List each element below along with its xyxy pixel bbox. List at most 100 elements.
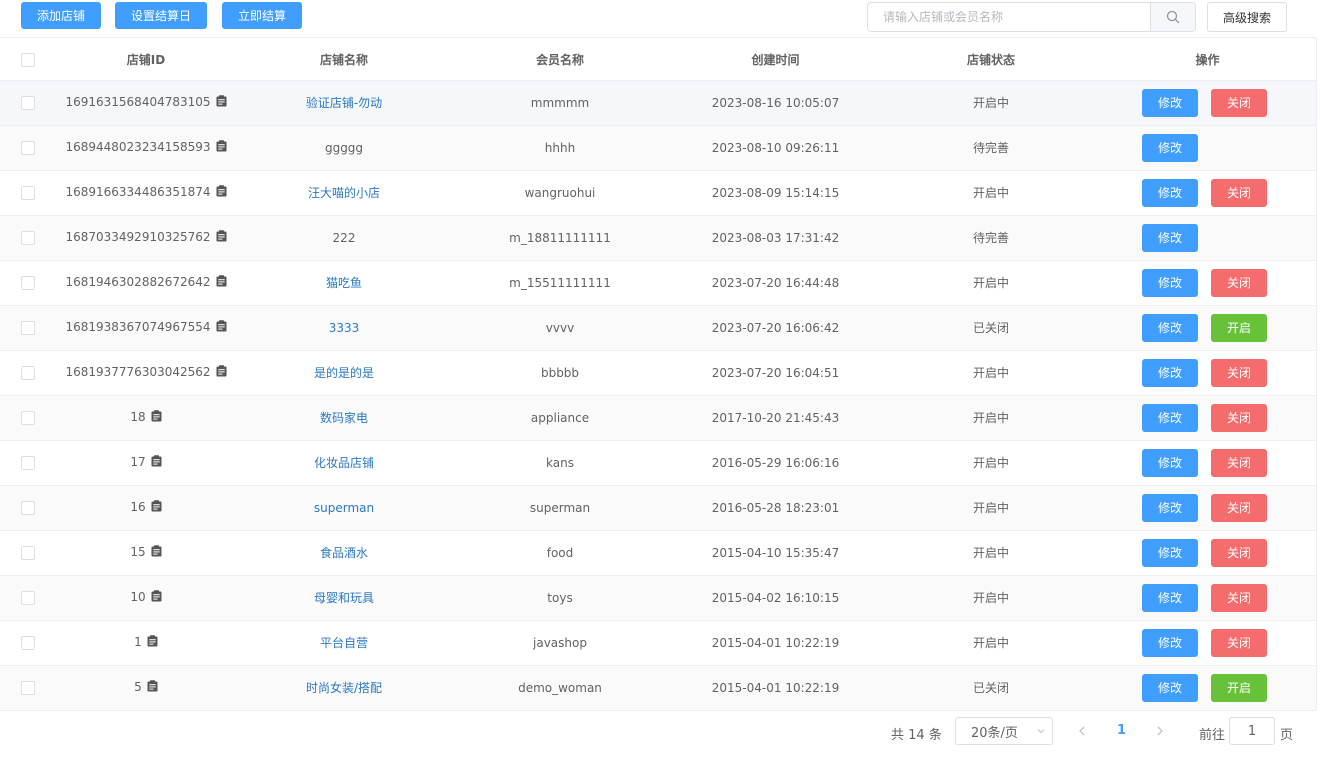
- copy-id-button[interactable]: [216, 95, 227, 110]
- copy-id-button[interactable]: [216, 185, 227, 200]
- shop-name-link[interactable]: 平台自营: [320, 636, 368, 650]
- shop-name-link[interactable]: 母婴和玩具: [314, 591, 374, 605]
- row-checkbox[interactable]: [21, 140, 35, 155]
- close-shop-button[interactable]: 关闭: [1211, 448, 1267, 477]
- advanced-search-button[interactable]: 高级搜索: [1207, 2, 1287, 32]
- close-shop-button[interactable]: 关闭: [1211, 358, 1267, 387]
- close-shop-button[interactable]: 关闭: [1211, 493, 1267, 522]
- copy-id-button[interactable]: [216, 230, 227, 245]
- edit-shop-button[interactable]: 修改: [1142, 358, 1198, 387]
- clipboard-icon[interactable]: [151, 455, 162, 467]
- created-time-cell: 2015-04-01 10:22:19: [668, 620, 883, 666]
- shop-name-link[interactable]: 时尚女装/搭配: [306, 681, 382, 695]
- copy-id-button[interactable]: [216, 275, 227, 290]
- table-body: 1691631568404783105 验证店铺-勿动 mmmmm 2023-08-1…: [0, 80, 1316, 711]
- row-checkbox[interactable]: [21, 500, 35, 515]
- edit-shop-button[interactable]: 修改: [1142, 133, 1198, 162]
- row-checkbox[interactable]: [21, 185, 35, 200]
- clipboard-icon[interactable]: [216, 320, 227, 332]
- row-checkbox[interactable]: [21, 680, 35, 695]
- clipboard-icon[interactable]: [216, 275, 227, 287]
- row-checkbox[interactable]: [21, 635, 35, 650]
- chevron-right-icon[interactable]: [1153, 724, 1167, 738]
- close-shop-button[interactable]: 关闭: [1211, 178, 1267, 207]
- clipboard-icon[interactable]: [151, 500, 162, 512]
- clipboard-icon[interactable]: [216, 230, 227, 242]
- copy-id-button[interactable]: [151, 455, 162, 470]
- edit-shop-button[interactable]: 修改: [1142, 583, 1198, 612]
- clipboard-icon[interactable]: [147, 680, 158, 692]
- copy-id-button[interactable]: [216, 140, 227, 155]
- shop-id: 1681946302882672642: [65, 275, 211, 289]
- open-shop-button[interactable]: 开启: [1211, 313, 1267, 342]
- clipboard-icon[interactable]: [216, 185, 227, 197]
- copy-id-button[interactable]: [151, 500, 162, 515]
- search-input[interactable]: [868, 3, 1150, 31]
- edit-shop-button[interactable]: 修改: [1142, 628, 1198, 657]
- row-checkbox[interactable]: [21, 545, 35, 560]
- shop-name-link[interactable]: 验证店铺-勿动: [306, 96, 382, 110]
- goto-page-input[interactable]: [1229, 717, 1275, 745]
- clipboard-icon[interactable]: [216, 95, 227, 107]
- page-size-select[interactable]: 20条/页: [955, 717, 1053, 745]
- edit-shop-button[interactable]: 修改: [1142, 403, 1198, 432]
- shop-name-link[interactable]: 猫吃鱼: [326, 276, 362, 290]
- clipboard-icon[interactable]: [216, 365, 227, 377]
- edit-shop-button[interactable]: 修改: [1142, 493, 1198, 522]
- set-settle-day-button[interactable]: 设置结算日: [115, 2, 207, 29]
- close-shop-button[interactable]: 关闭: [1211, 403, 1267, 432]
- row-checkbox[interactable]: [21, 590, 35, 605]
- edit-shop-button[interactable]: 修改: [1142, 268, 1198, 297]
- shop-name-link[interactable]: 数码家电: [320, 411, 368, 425]
- row-checkbox[interactable]: [21, 230, 35, 245]
- table-row: 10 母婴和玩具 toys 2015-04-02 16:10:15 开启中 修改 关闭: [0, 575, 1316, 621]
- edit-shop-button[interactable]: 修改: [1142, 673, 1198, 702]
- edit-shop-button[interactable]: 修改: [1142, 178, 1198, 207]
- actions-cell: 修改 关闭: [1099, 260, 1316, 306]
- row-checkbox[interactable]: [21, 275, 35, 290]
- edit-shop-button[interactable]: 修改: [1142, 223, 1198, 252]
- shop-id: 1681937776303042562: [65, 365, 211, 379]
- row-select-cell: [0, 260, 56, 306]
- row-checkbox[interactable]: [21, 455, 35, 470]
- clipboard-icon[interactable]: [151, 410, 162, 422]
- row-checkbox[interactable]: [21, 95, 35, 110]
- page-number-current[interactable]: 1: [1117, 723, 1126, 738]
- copy-id-button[interactable]: [147, 635, 158, 650]
- close-shop-button[interactable]: 关闭: [1211, 268, 1267, 297]
- close-shop-button[interactable]: 关闭: [1211, 628, 1267, 657]
- shop-name-link[interactable]: superman: [314, 501, 374, 515]
- row-checkbox[interactable]: [21, 410, 35, 425]
- settle-now-button[interactable]: 立即结算: [222, 2, 302, 29]
- shop-name-link[interactable]: 3333: [329, 321, 360, 335]
- clipboard-icon[interactable]: [147, 635, 158, 647]
- shop-name-link[interactable]: 食品酒水: [320, 546, 368, 560]
- close-shop-button[interactable]: 关闭: [1211, 538, 1267, 567]
- shop-name-link[interactable]: 化妆品店铺: [314, 456, 374, 470]
- close-shop-button[interactable]: 关闭: [1211, 88, 1267, 117]
- search-button[interactable]: [1150, 3, 1195, 31]
- clipboard-icon[interactable]: [151, 545, 162, 557]
- clipboard-icon[interactable]: [216, 140, 227, 152]
- select-all-checkbox[interactable]: [21, 52, 35, 67]
- shop-name-link[interactable]: 汪大喵的小店: [308, 186, 380, 200]
- copy-id-button[interactable]: [147, 680, 158, 695]
- clipboard-icon[interactable]: [151, 590, 162, 602]
- row-checkbox[interactable]: [21, 320, 35, 335]
- copy-id-button[interactable]: [151, 545, 162, 560]
- copy-id-button[interactable]: [151, 590, 162, 605]
- close-shop-button[interactable]: 关闭: [1211, 583, 1267, 612]
- open-shop-button[interactable]: 开启: [1211, 673, 1267, 702]
- header-select-all[interactable]: [0, 39, 56, 81]
- copy-id-button[interactable]: [216, 320, 227, 335]
- edit-shop-button[interactable]: 修改: [1142, 313, 1198, 342]
- add-shop-button[interactable]: 添加店铺: [21, 2, 101, 29]
- edit-shop-button[interactable]: 修改: [1142, 88, 1198, 117]
- copy-id-button[interactable]: [151, 410, 162, 425]
- shop-name-link[interactable]: 是的是的是: [314, 366, 374, 380]
- chevron-left-icon[interactable]: [1075, 724, 1089, 738]
- row-checkbox[interactable]: [21, 365, 35, 380]
- edit-shop-button[interactable]: 修改: [1142, 538, 1198, 567]
- edit-shop-button[interactable]: 修改: [1142, 448, 1198, 477]
- copy-id-button[interactable]: [216, 365, 227, 380]
